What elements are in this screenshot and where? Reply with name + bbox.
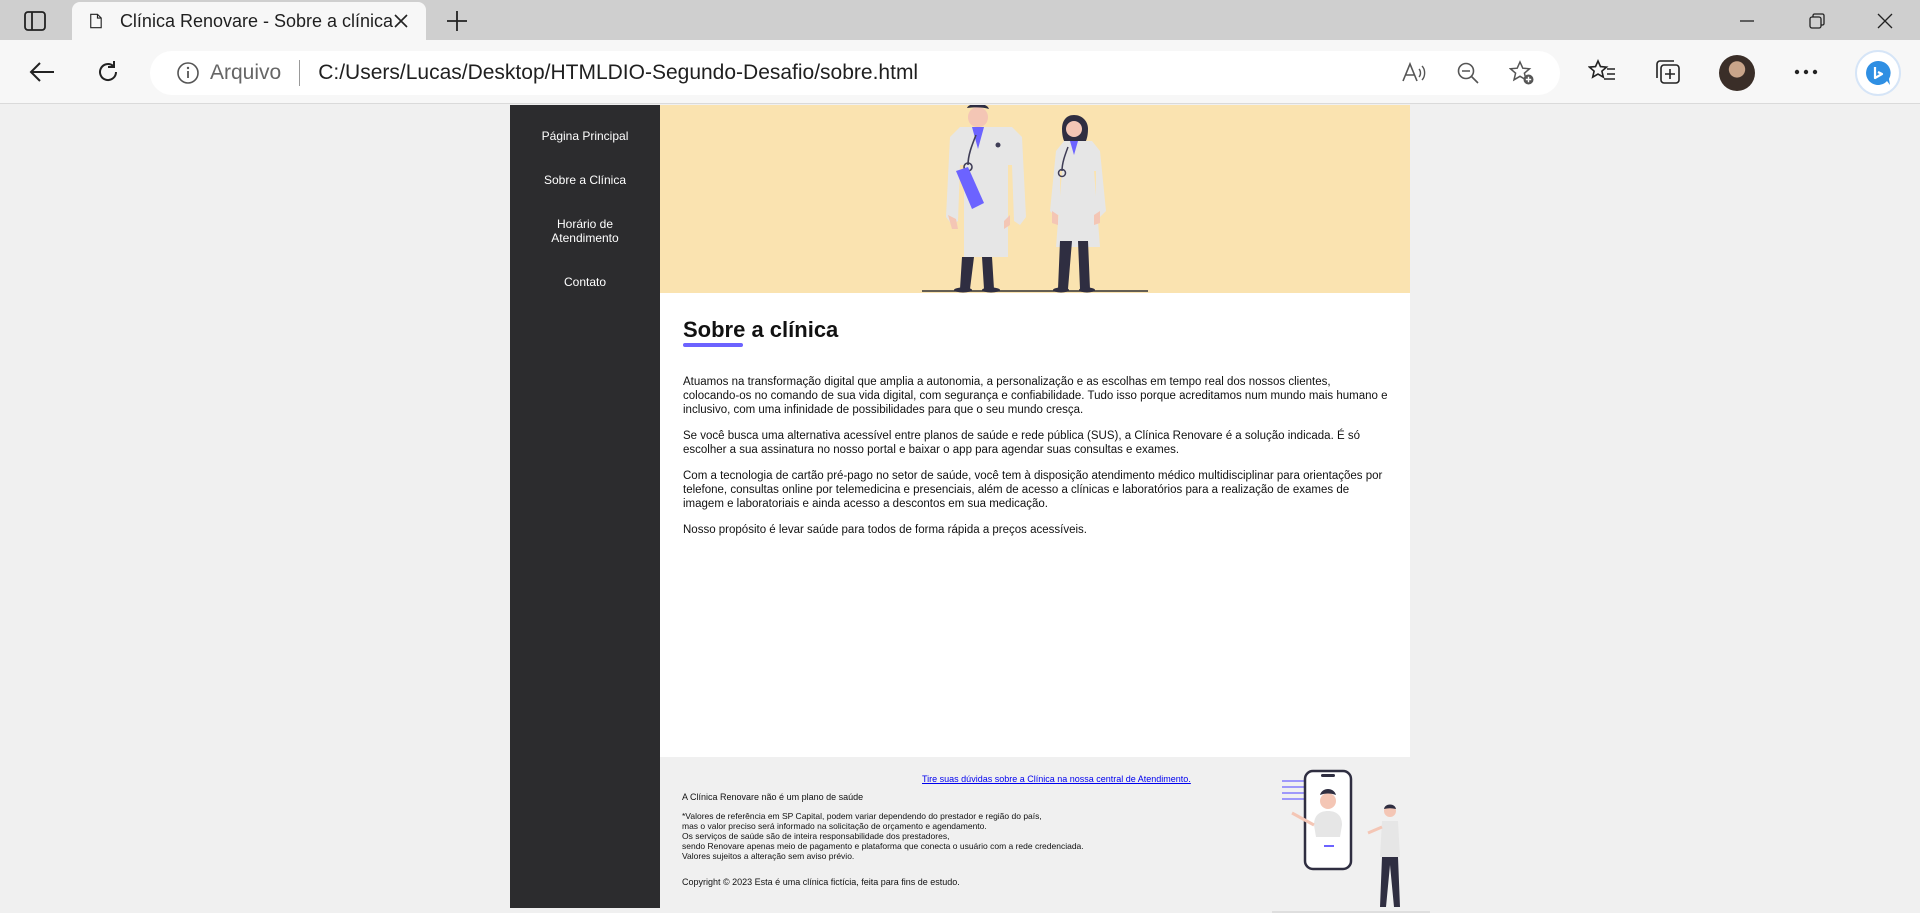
web-page: Página Principal Sobre a Clínica Horário…: [0, 105, 1920, 913]
page-footer: Tire suas dúvidas sobre a Clínica na nos…: [660, 757, 1430, 913]
bing-copilot-icon[interactable]: [1855, 50, 1901, 96]
page-title: Sobre a clínica: [683, 317, 839, 342]
address-bar[interactable]: Arquivo C:/Users/Lucas/Desktop/HTMLDIO-S…: [150, 51, 1560, 95]
close-tab-icon[interactable]: [393, 11, 408, 31]
back-icon[interactable]: [26, 56, 58, 88]
footer-notice: A Clínica Renovare não é um plano de saú…: [682, 792, 864, 802]
favorites-icon[interactable]: [1586, 56, 1618, 88]
footer-disclaimer: *Valores de referência em SP Capital, po…: [682, 811, 1122, 861]
nav-item-contato[interactable]: Contato: [510, 275, 660, 289]
nav-item-horario-de-atendimento[interactable]: Horário de Atendimento: [530, 217, 640, 245]
about-paragraph: Se você busca uma alternativa acessível …: [683, 430, 1360, 456]
support-center-link[interactable]: Tire suas dúvidas sobre a Clínica na nos…: [922, 774, 1191, 784]
male-doctor-figure: [946, 105, 1026, 293]
restore-icon[interactable]: [1804, 8, 1830, 34]
address-separator: [299, 60, 301, 86]
sidebar-nav: Página Principal Sobre a Clínica Horário…: [510, 105, 660, 908]
browser-tab-active[interactable]: Clínica Renovare - Sobre a clínica: [72, 2, 426, 40]
hero-doctors-illustration: [660, 105, 1410, 293]
document-icon: [90, 13, 102, 29]
nav-item-sobre-a-clinica[interactable]: Sobre a Clínica: [510, 173, 660, 187]
profile-avatar[interactable]: [1719, 55, 1755, 91]
nav-item-pagina-principal[interactable]: Página Principal: [510, 129, 660, 143]
disclaimer-line: Valores sujeitos a alteração sem aviso p…: [682, 851, 855, 861]
about-paragraph: Atuamos na transformação digital que amp…: [683, 376, 1388, 416]
disclaimer-line: Os serviços de saúde são de inteira resp…: [682, 831, 950, 841]
new-tab-icon[interactable]: [444, 8, 470, 34]
telemedicine-illustration: [1272, 769, 1430, 913]
collections-icon[interactable]: [1652, 56, 1684, 88]
minimize-icon[interactable]: [1734, 8, 1760, 34]
close-window-icon[interactable]: [1872, 8, 1898, 34]
read-aloud-icon[interactable]: [1398, 57, 1430, 89]
main-content: Sobre a clínica Atuamos na transformação…: [660, 105, 1410, 757]
about-text: Atuamos na transformação digital que amp…: [683, 375, 1388, 549]
url-text[interactable]: C:/Users/Lucas/Desktop/HTMLDIO-Segundo-D…: [318, 61, 1398, 85]
female-doctor-figure: [1050, 115, 1106, 293]
site-info-label[interactable]: Arquivo: [210, 61, 281, 85]
more-options-icon[interactable]: [1790, 56, 1822, 88]
title-underline: [683, 343, 743, 347]
browser-toolbar: Arquivo C:/Users/Lucas/Desktop/HTMLDIO-S…: [0, 40, 1920, 104]
info-icon[interactable]: [176, 61, 200, 85]
copyright-text: Copyright © 2023 Esta é uma clínica fict…: [682, 877, 960, 887]
zoom-out-icon[interactable]: [1452, 57, 1484, 89]
add-favorite-icon[interactable]: [1506, 57, 1538, 89]
tab-title: Clínica Renovare - Sobre a clínica: [119, 10, 394, 31]
reload-icon[interactable]: [92, 56, 124, 88]
browser-tab-bar: Clínica Renovare - Sobre a clínica: [0, 0, 1920, 40]
tab-actions-icon[interactable]: [18, 8, 52, 34]
disclaimer-line: mas o valor preciso será informado na so…: [682, 821, 987, 831]
about-paragraph: Nosso propósito é levar saúde para todos…: [683, 524, 1087, 536]
disclaimer-line: *Valores de referência em SP Capital, po…: [682, 811, 1042, 821]
disclaimer-line: sendo Renovare apenas meio de pagamento …: [682, 841, 1084, 851]
about-paragraph: Com a tecnologia de cartão pré-pago no s…: [683, 470, 1383, 510]
